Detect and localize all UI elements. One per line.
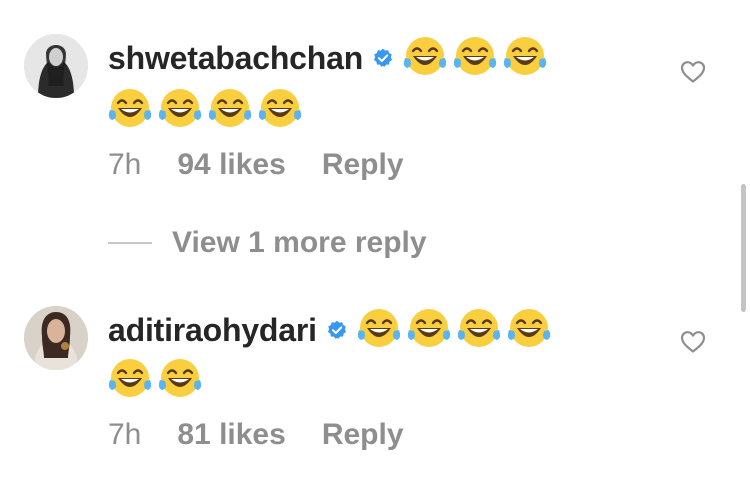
reply-button[interactable]: Reply	[322, 148, 404, 182]
laughing-emoji-icon	[258, 86, 302, 135]
emoji-row-1	[357, 306, 551, 355]
comment-line-1: aditiraohydari	[108, 305, 551, 355]
avatar[interactable]	[24, 34, 88, 98]
emoji-row-2	[108, 356, 202, 405]
laughing-emoji-icon	[407, 306, 451, 355]
avatar[interactable]	[24, 306, 88, 370]
username[interactable]: aditiraohydari	[108, 312, 317, 349]
heart-outline-icon[interactable]	[680, 330, 706, 359]
verified-badge-icon	[373, 48, 393, 68]
comment-line-1: shwetabachchan	[108, 33, 547, 83]
laughing-emoji-icon	[108, 86, 152, 135]
laughing-emoji-icon	[457, 306, 501, 355]
replies-divider	[108, 242, 152, 244]
verified-badge-icon	[327, 320, 347, 340]
timestamp: 7h	[108, 148, 142, 181]
emoji-row-1	[403, 34, 547, 83]
view-more-replies[interactable]: View 1 more reply	[108, 226, 427, 260]
laughing-emoji-icon	[403, 34, 447, 83]
laughing-emoji-icon	[503, 34, 547, 83]
emoji-row-2	[108, 86, 302, 135]
laughing-emoji-icon	[357, 306, 401, 355]
timestamp: 7h	[108, 418, 142, 451]
laughing-emoji-icon	[108, 356, 152, 405]
reply-button[interactable]: Reply	[322, 418, 404, 452]
laughing-emoji-icon	[507, 306, 551, 355]
view-more-replies-label[interactable]: View 1 more reply	[172, 226, 427, 260]
comment-meta: 7h 81 likes Reply	[108, 418, 404, 452]
laughing-emoji-icon	[158, 86, 202, 135]
laughing-emoji-icon	[158, 356, 202, 405]
comment-meta: 7h 94 likes Reply	[108, 148, 404, 182]
scrollbar[interactable]	[741, 184, 746, 312]
laughing-emoji-icon	[453, 34, 497, 83]
username[interactable]: shwetabachchan	[108, 40, 363, 77]
laughing-emoji-icon	[208, 86, 252, 135]
likes-count[interactable]: 81 likes	[177, 418, 285, 452]
likes-count[interactable]: 94 likes	[177, 148, 285, 182]
heart-outline-icon[interactable]	[680, 60, 706, 89]
